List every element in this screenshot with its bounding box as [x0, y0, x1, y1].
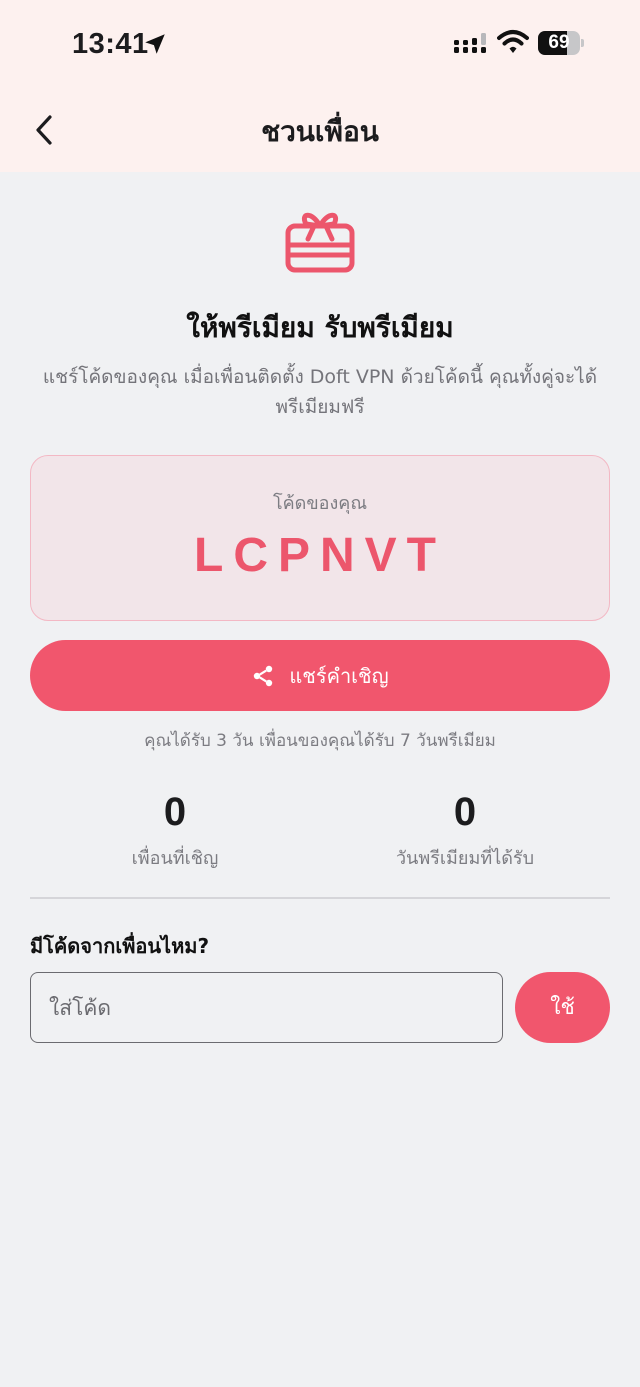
back-button[interactable] — [26, 110, 62, 150]
share-invite-button[interactable]: แชร์คำเชิญ — [30, 640, 610, 711]
referral-code[interactable]: LCPNVT — [31, 528, 609, 583]
apply-code-button[interactable]: ใช้ — [515, 972, 610, 1043]
stat-premium-days: 0 วันพรีเมียมที่ได้รับ — [320, 790, 610, 872]
hero-headline: ให้พรีเมียม รับพรีเมียม — [186, 311, 454, 344]
share-icon — [254, 665, 273, 686]
battery-level: 69 — [548, 32, 570, 53]
page-title: ชวนเพื่อน — [261, 115, 379, 148]
gift-icon — [285, 212, 355, 273]
battery-indicator: 69 — [538, 31, 584, 55]
share-invite-label: แชร์คำเชิญ — [289, 663, 389, 688]
hero-description: แชร์โค้ดของคุณ เมื่อเพื่อนติดตั้ง Doft V… — [42, 366, 598, 418]
stat-value: 0 — [453, 790, 477, 834]
stat-value: 0 — [163, 790, 187, 834]
referral-code-card[interactable]: โค้ดของคุณ LCPNVT — [30, 455, 610, 621]
referral-code-label: โค้ดของคุณ — [272, 493, 368, 514]
redeem-title: มีโค้ดจากเพื่อนไหม? — [30, 934, 210, 958]
status-time: 13:41 — [72, 28, 149, 60]
chevron-left-icon — [36, 115, 52, 145]
friend-code-input[interactable] — [30, 972, 503, 1043]
top-bar: 13:41 69 ชวนเพื่อน — [0, 0, 640, 172]
stat-invited-friends: 0 เพื่อนที่เชิญ — [30, 790, 320, 872]
stat-label: วันพรีเมียมที่ได้รับ — [395, 848, 535, 869]
divider — [30, 897, 610, 899]
wifi-icon — [497, 30, 529, 53]
reward-note: คุณได้รับ 3 วัน เพื่อนของคุณได้รับ 7 วัน… — [144, 731, 496, 751]
cellular-signal-icon — [454, 33, 486, 53]
location-arrow-icon — [145, 34, 165, 54]
stat-label: เพื่อนที่เชิญ — [131, 848, 219, 869]
